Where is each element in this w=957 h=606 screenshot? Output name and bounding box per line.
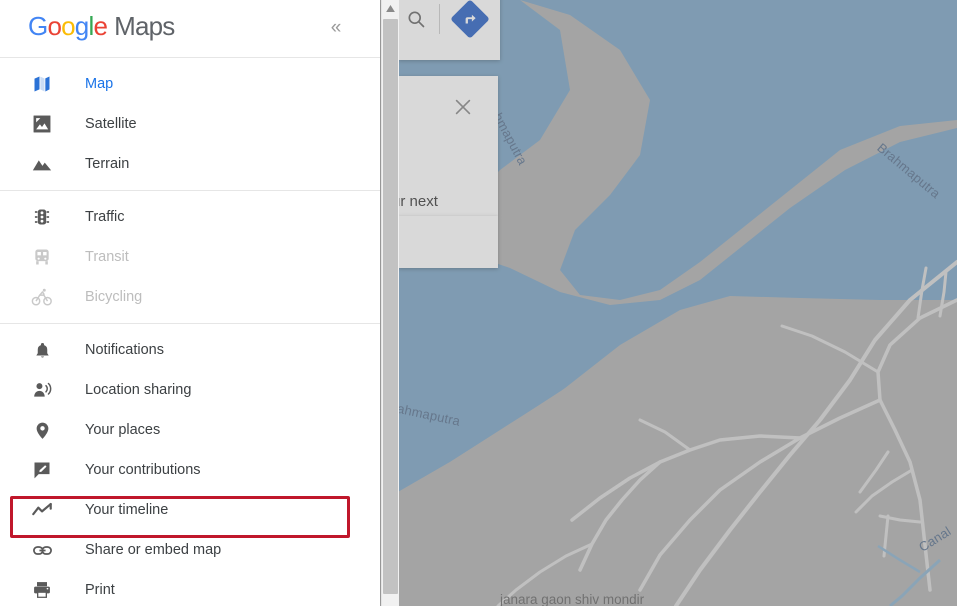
- sidebar-item-share-or-embed-map[interactable]: Share or embed map: [0, 530, 380, 570]
- location-sharing-icon: [28, 378, 56, 402]
- sidebar-item-label: Your timeline: [85, 502, 168, 518]
- google-maps-logo: GoogleMaps: [28, 11, 175, 42]
- scroll-up-arrow-icon[interactable]: [382, 0, 399, 17]
- sidebar-item-label: Notifications: [85, 342, 164, 358]
- sidebar-scrollbar[interactable]: [381, 0, 399, 606]
- bicycle-icon: [28, 285, 56, 309]
- scrollbar-thumb[interactable]: [383, 19, 398, 594]
- map-pin-icon: [28, 418, 56, 442]
- logo-word-maps: Maps: [114, 11, 174, 41]
- logo-letter-g: g: [75, 11, 89, 41]
- sidebar-item-satellite[interactable]: Satellite: [0, 104, 380, 144]
- sidebar-item-label: Your contributions: [85, 462, 201, 478]
- map-icon: [28, 72, 56, 96]
- traffic-light-icon: [28, 205, 56, 229]
- close-icon[interactable]: [452, 96, 474, 118]
- sidebar-item-transit[interactable]: Transit: [0, 237, 380, 277]
- double-chevron-left-icon: «: [331, 17, 342, 39]
- map-search-bar[interactable]: [398, 0, 500, 60]
- sidebar-item-print[interactable]: Print: [0, 570, 380, 606]
- transit-icon: [28, 245, 56, 269]
- sidebar-item-your-timeline[interactable]: Your timeline: [0, 490, 380, 530]
- edit-contribution-icon: [28, 458, 56, 482]
- sidebar-item-label: Bicycling: [85, 289, 142, 305]
- directions-button[interactable]: [448, 0, 492, 41]
- logo-letter-e: e: [93, 11, 107, 41]
- sidebar-item-terrain[interactable]: Terrain: [0, 144, 380, 184]
- sidebar-item-your-places[interactable]: Your places: [0, 410, 380, 450]
- sidebar-item-label: Your places: [85, 422, 160, 438]
- bell-icon: [28, 338, 56, 362]
- link-icon: [28, 538, 56, 562]
- sidebar-item-label: Location sharing: [85, 382, 191, 398]
- sidebar-item-label: Terrain: [85, 156, 129, 172]
- timeline-chart-icon: [28, 498, 56, 522]
- map-info-card-footer[interactable]: [398, 216, 498, 268]
- place-label-janara-gaon-shiv-mondir: janara gaon shiv mondir: [500, 592, 644, 606]
- sidebar-item-traffic[interactable]: Traffic: [0, 197, 380, 237]
- directions-arrow-icon: [450, 0, 490, 39]
- sidebar-item-label: Share or embed map: [85, 542, 221, 558]
- sidebar-item-label: Satellite: [85, 116, 137, 132]
- sidebar-item-label: Traffic: [85, 209, 124, 225]
- logo-letter-G: G: [28, 11, 47, 41]
- main-menu-sidebar: GoogleMaps « Map: [0, 0, 380, 606]
- printer-icon: [28, 578, 56, 602]
- sidebar-item-notifications[interactable]: Notifications: [0, 330, 380, 370]
- sidebar-item-location-sharing[interactable]: Location sharing: [0, 370, 380, 410]
- search-divider: [439, 4, 440, 34]
- sidebar-item-bicycling[interactable]: Bicycling: [0, 277, 380, 317]
- sidebar-item-label: Map: [85, 76, 113, 92]
- sidebar-item-your-contributions[interactable]: Your contributions: [0, 450, 380, 490]
- terrain-icon: [28, 152, 56, 176]
- menu-section-account-tools: Notifications Location sharing: [0, 323, 380, 606]
- menu-section-overlays: Traffic Transit: [0, 190, 380, 323]
- sidebar-item-label: Print: [85, 582, 115, 598]
- search-icon[interactable]: [401, 0, 431, 49]
- sidebar-header: GoogleMaps «: [0, 0, 380, 58]
- google-maps-window: Brahmaputra Brahmaputra Brahmaputra Cana…: [0, 0, 957, 606]
- satellite-icon: [28, 112, 56, 136]
- menu-section-layers: Map Satellite: [0, 58, 380, 190]
- logo-letter-o1: o: [47, 11, 61, 41]
- logo-letter-o2: o: [61, 11, 75, 41]
- map-info-card[interactable]: ur next: [398, 76, 498, 216]
- sidebar-item-map[interactable]: Map: [0, 64, 380, 104]
- sidebar-item-label: Transit: [85, 249, 129, 265]
- collapse-sidebar-button[interactable]: «: [320, 12, 352, 44]
